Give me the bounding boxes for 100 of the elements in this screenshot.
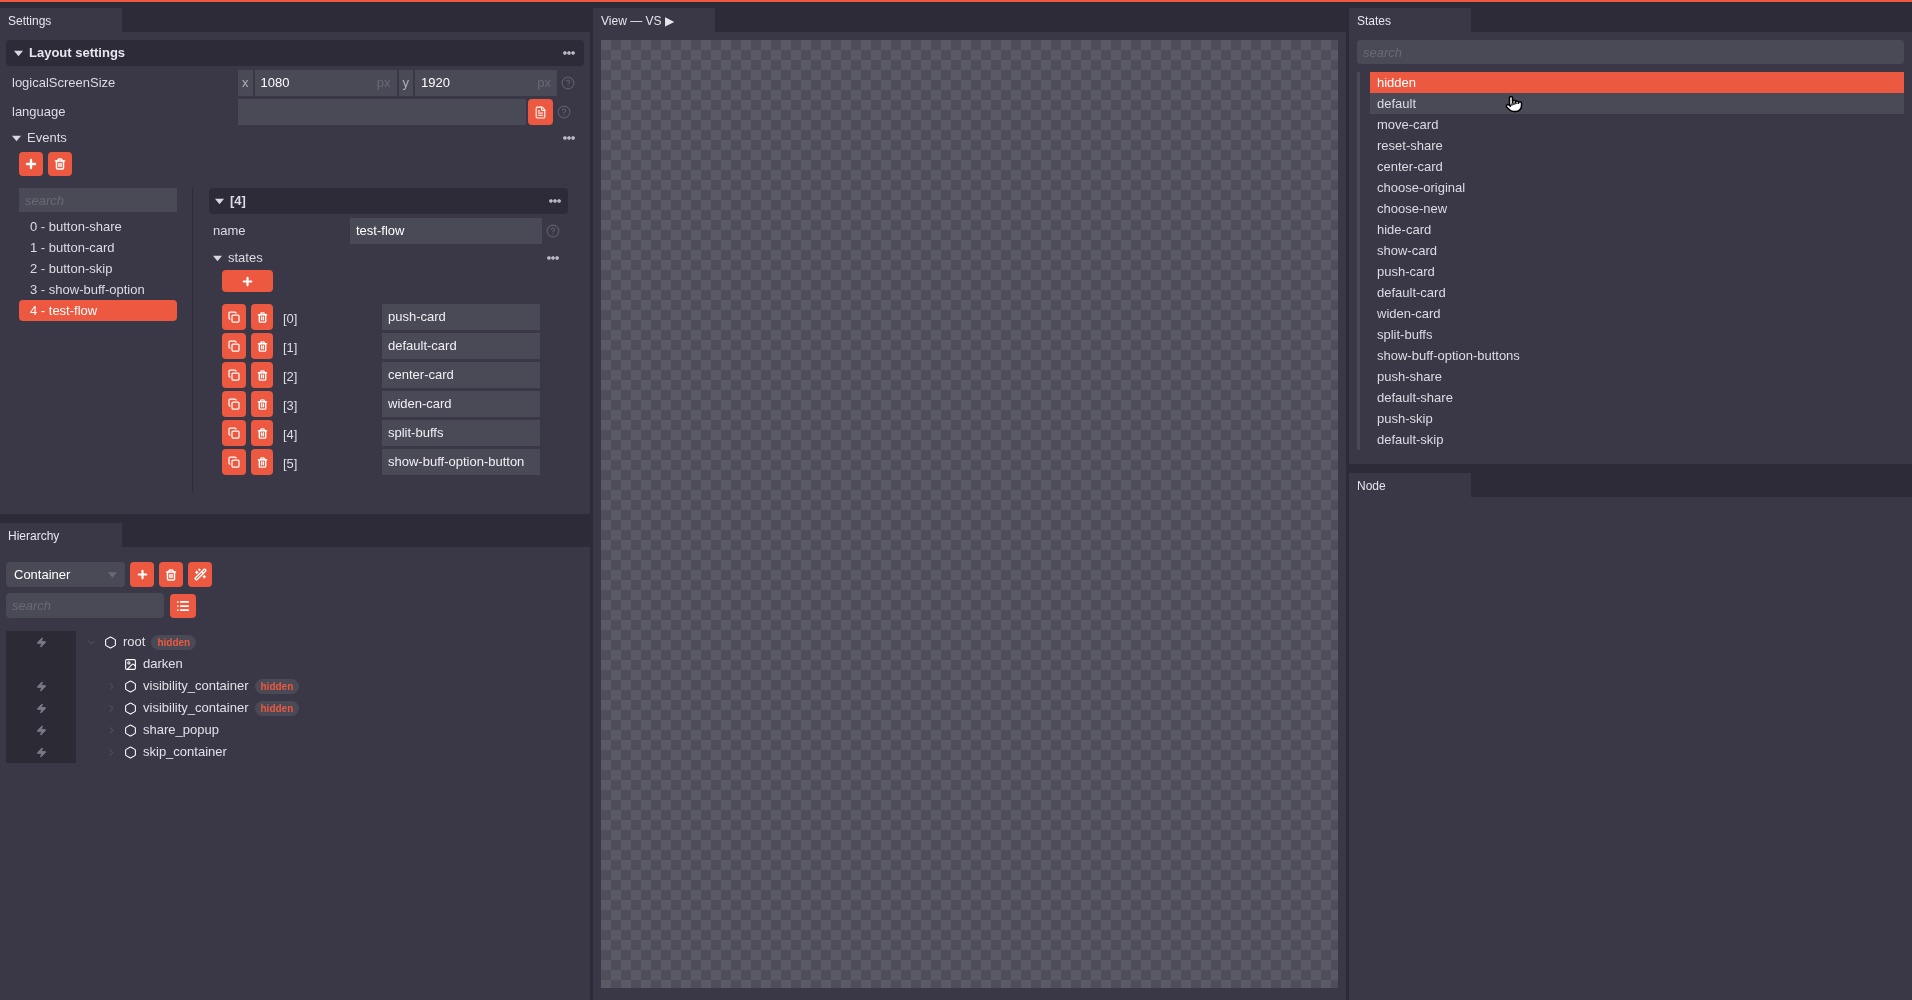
- node-name[interactable]: share_popup: [143, 720, 219, 740]
- state-item[interactable]: hide-card: [1370, 219, 1904, 240]
- list-icon: [176, 598, 190, 613]
- state-item[interactable]: split-buffs: [1370, 324, 1904, 345]
- hexagon-icon: [124, 701, 137, 715]
- copy-icon: [228, 369, 240, 381]
- hexagon-icon: [124, 679, 137, 693]
- dropdown-caret-icon: [108, 571, 117, 578]
- list-button[interactable]: [170, 593, 196, 618]
- add-button[interactable]: [19, 152, 43, 176]
- trash-icon: [256, 398, 268, 410]
- state-item[interactable]: move-card: [1370, 114, 1904, 135]
- hexagon-icon: [104, 635, 117, 649]
- duplicate-button[interactable]: [222, 391, 246, 417]
- duplicate-button[interactable]: [222, 304, 246, 330]
- duplicate-button[interactable]: [222, 420, 246, 446]
- checkerboard-canvas[interactable]: [601, 40, 1338, 988]
- field-label: name: [213, 222, 247, 241]
- state-field[interactable]: widen-card: [382, 391, 540, 417]
- wand-button[interactable]: [188, 562, 212, 587]
- field-label: language: [12, 103, 67, 122]
- hexagon-icon: [124, 745, 137, 759]
- trash-icon: [256, 427, 268, 439]
- state-field[interactable]: push-card: [382, 304, 540, 330]
- lightning-icon[interactable]: [35, 724, 47, 736]
- node-name[interactable]: visibility_container: [143, 698, 249, 718]
- hexagon-icon: [124, 723, 137, 737]
- state-field[interactable]: show-buff-option-button: [382, 449, 540, 475]
- index-label: [4]: [282, 426, 299, 445]
- delete-button[interactable]: [251, 391, 273, 417]
- state-item[interactable]: push-card: [1370, 261, 1904, 282]
- expanded-triangle-icon[interactable]: [215, 196, 224, 206]
- delete-button[interactable]: [251, 449, 273, 475]
- panel-tab[interactable]: Node: [1349, 473, 1471, 497]
- trash-icon: [256, 311, 268, 323]
- state-item[interactable]: default: [1370, 93, 1904, 114]
- plus-icon: [241, 274, 254, 288]
- state-item[interactable]: default-share: [1370, 387, 1904, 408]
- type-select[interactable]: Container: [6, 562, 125, 587]
- delete-button[interactable]: [159, 562, 183, 587]
- state-item[interactable]: default-skip: [1370, 429, 1904, 450]
- trash-icon: [256, 369, 268, 381]
- delete-button[interactable]: [251, 362, 273, 388]
- lightning-icon[interactable]: [35, 702, 47, 714]
- index-label: [3]: [282, 397, 299, 416]
- index-label: [1]: [282, 339, 299, 358]
- expanded-triangle-icon[interactable]: [14, 48, 23, 58]
- delete-button[interactable]: [251, 333, 273, 359]
- index-label: [5]: [282, 455, 299, 474]
- panel-tab[interactable]: Settings: [0, 8, 122, 32]
- name-field[interactable]: test-flow: [350, 218, 542, 244]
- panel-tab[interactable]: View — VS ▶: [593, 8, 715, 32]
- lightning-icon[interactable]: [35, 680, 47, 692]
- state-item[interactable]: push-share: [1370, 366, 1904, 387]
- state-item[interactable]: widen-card: [1370, 303, 1904, 324]
- copy-icon: [228, 340, 240, 352]
- state-item[interactable]: show-card: [1370, 240, 1904, 261]
- state-item[interactable]: center-card: [1370, 156, 1904, 177]
- event-item[interactable]: 0 - button-share: [19, 216, 177, 237]
- file-button[interactable]: [528, 99, 553, 125]
- state-field[interactable]: default-card: [382, 333, 540, 359]
- state-item[interactable]: default-card: [1370, 282, 1904, 303]
- duplicate-button[interactable]: [222, 362, 246, 388]
- node-name[interactable]: visibility_container: [143, 676, 249, 696]
- state-item[interactable]: show-buff-option-buttons: [1370, 345, 1904, 366]
- duplicate-button[interactable]: [222, 449, 246, 475]
- event-item[interactable]: 1 - button-card: [19, 237, 177, 258]
- section-header[interactable]: Layout settings: [6, 40, 584, 66]
- event-item[interactable]: 3 - show-buff-option: [19, 279, 177, 300]
- index-label: [0]: [282, 310, 299, 329]
- lightning-icon[interactable]: [35, 636, 47, 648]
- expanded-triangle-icon[interactable]: [12, 133, 21, 143]
- delete-button[interactable]: [251, 420, 273, 446]
- trash-icon: [256, 456, 268, 468]
- panel-tab[interactable]: States: [1349, 8, 1471, 32]
- state-item[interactable]: reset-share: [1370, 135, 1904, 156]
- plus-icon: [24, 157, 38, 171]
- delete-button[interactable]: [48, 152, 72, 176]
- copy-icon: [228, 456, 240, 468]
- hidden-badge: hidden: [254, 678, 300, 694]
- state-field[interactable]: split-buffs: [382, 420, 540, 446]
- state-item[interactable]: push-skip: [1370, 408, 1904, 429]
- state-item[interactable]: choose-original: [1370, 177, 1904, 198]
- node-name[interactable]: darken: [143, 654, 183, 674]
- panel-tab[interactable]: Hierarchy: [0, 523, 122, 547]
- lightning-icon[interactable]: [35, 746, 47, 758]
- event-item[interactable]: 2 - button-skip: [19, 258, 177, 279]
- node-name[interactable]: skip_container: [143, 742, 227, 762]
- item-header[interactable]: [4]: [209, 188, 568, 214]
- node-name[interactable]: root: [123, 632, 146, 652]
- expanded-triangle-icon[interactable]: [213, 253, 222, 263]
- state-item[interactable]: choose-new: [1370, 198, 1904, 219]
- duplicate-button[interactable]: [222, 333, 246, 359]
- delete-button[interactable]: [251, 304, 273, 330]
- copy-icon: [228, 311, 240, 323]
- state-field[interactable]: center-card: [382, 362, 540, 388]
- add-button[interactable]: [130, 562, 154, 587]
- trash-icon: [54, 158, 66, 170]
- copy-icon: [228, 427, 240, 439]
- axis-label: x: [238, 70, 253, 96]
